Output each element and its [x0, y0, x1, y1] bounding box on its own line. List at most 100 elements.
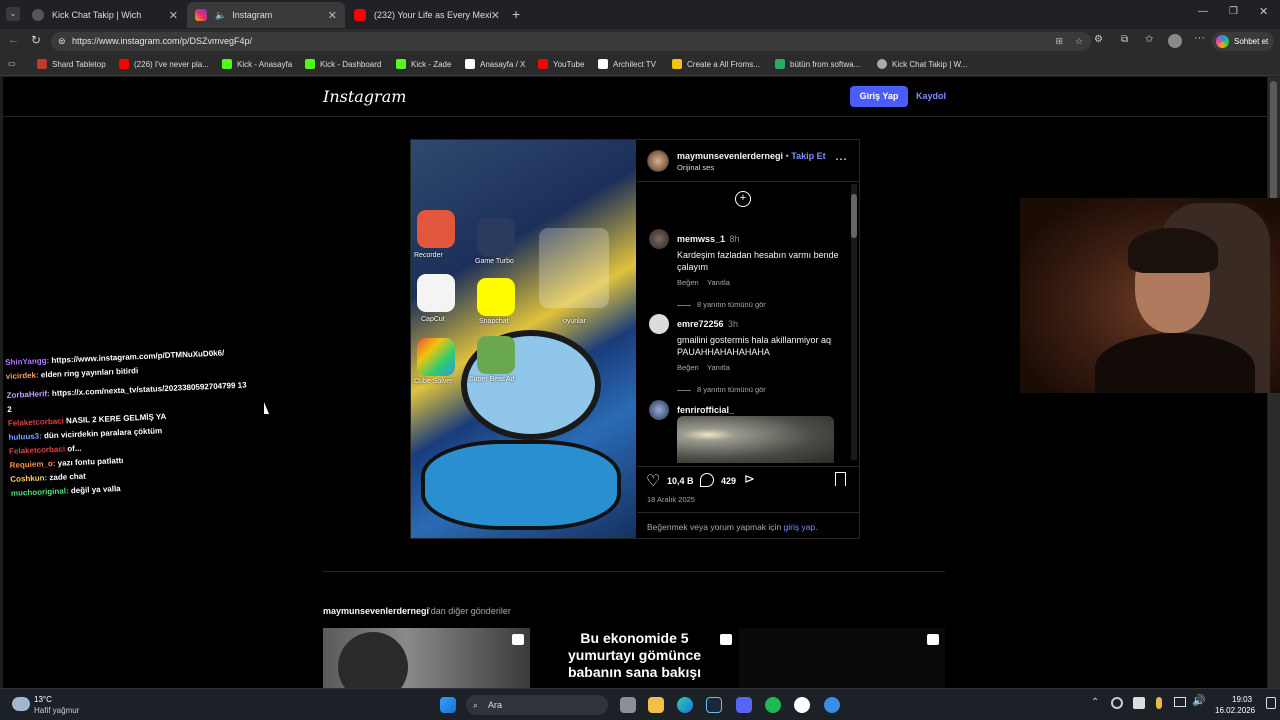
- bookmark-item[interactable]: Shard Tabletop: [37, 59, 106, 69]
- bookmark-item[interactable]: bütün from softwa...: [775, 59, 860, 69]
- comment-icon[interactable]: [700, 473, 714, 487]
- extension-puzzle-icon[interactable]: ⧉: [1121, 34, 1128, 45]
- bookmark-item[interactable]: YouTube: [538, 59, 584, 69]
- more-post-thumbnail[interactable]: [323, 628, 530, 688]
- tab-youtube[interactable]: (232) Your Life as Every Mexican C... ✕: [346, 2, 508, 28]
- like-icon[interactable]: ♡: [646, 471, 660, 491]
- login-prompt-link[interactable]: giriş yap.: [784, 522, 818, 532]
- favorite-star-icon[interactable]: ☆: [1075, 32, 1083, 51]
- comment-media-image[interactable]: [677, 416, 834, 463]
- tab-kick-chat[interactable]: Kick Chat Takip | Wich ✕: [24, 2, 186, 28]
- follow-button[interactable]: Takip Et: [791, 151, 825, 161]
- cube-solver-app-icon: [417, 338, 455, 376]
- profile-avatar[interactable]: [1168, 34, 1182, 48]
- instagram-icon: [195, 9, 207, 21]
- volume-icon[interactable]: 🔊: [1192, 694, 1206, 707]
- bookmark-item[interactable]: Kick - Zade: [396, 59, 451, 69]
- youtube-icon: [119, 59, 129, 69]
- task-view-icon[interactable]: [620, 697, 636, 713]
- bookmarks-menu-icon[interactable]: ▭: [8, 59, 16, 68]
- more-post-thumbnail[interactable]: [739, 628, 945, 688]
- system-tray-chevron-icon[interactable]: ⌃: [1091, 697, 1099, 708]
- windows-start-icon[interactable]: [440, 697, 456, 713]
- author-username[interactable]: maymunsevenlerdernegi: [677, 151, 783, 161]
- close-tab-icon[interactable]: ✕: [169, 9, 178, 22]
- more-posts-author[interactable]: maymunsevenlerdernegi: [323, 606, 429, 616]
- instagram-header: Instagram Giriş Yap Kaydol: [3, 77, 1267, 117]
- close-window-button[interactable]: ✕: [1259, 5, 1268, 18]
- commenter-avatar[interactable]: [649, 229, 669, 249]
- notification-icon[interactable]: [1266, 697, 1276, 709]
- bookmark-item[interactable]: Anasayfa / X: [465, 59, 525, 69]
- favorites-icon[interactable]: ✩: [1145, 34, 1153, 45]
- steam-icon[interactable]: [706, 697, 722, 713]
- audio-label[interactable]: Orijinal ses: [677, 163, 714, 172]
- bookmark-item[interactable]: Create a All Froms...: [672, 59, 760, 69]
- minimize-button[interactable]: —: [1198, 6, 1208, 17]
- author-avatar[interactable]: [647, 150, 669, 172]
- tray-app-icon[interactable]: [1111, 697, 1123, 709]
- file-explorer-icon[interactable]: [648, 697, 664, 713]
- thumbnail-person: [338, 632, 408, 688]
- network-icon[interactable]: [1174, 697, 1186, 707]
- bookmark-item[interactable]: Kick Chat Takip | W...: [877, 59, 967, 69]
- taskbar-time[interactable]: 19:03: [1232, 695, 1252, 704]
- microphone-icon[interactable]: [1156, 697, 1162, 709]
- view-replies-link[interactable]: 8 yanıtın tümünü gör: [677, 385, 845, 394]
- discord-icon[interactable]: [736, 697, 752, 713]
- address-bar[interactable]: ⊜ https://www.instagram.com/p/DSZvmvegF4…: [51, 32, 1091, 51]
- new-tab-button[interactable]: +: [512, 6, 520, 22]
- more-options-icon[interactable]: ⋯: [835, 152, 847, 166]
- app-icon[interactable]: [824, 697, 840, 713]
- tray-app-icon[interactable]: [1133, 697, 1145, 709]
- reply-comment-link[interactable]: Yanıtla: [707, 278, 730, 287]
- post-media-video[interactable]: Recorder Game Turbo CapCut Snapchat oyun…: [411, 140, 636, 538]
- comment-scrollbar[interactable]: [851, 184, 857, 460]
- comment-username[interactable]: memwss_1: [677, 234, 725, 244]
- taskbar-date[interactable]: 16.02.2026: [1215, 706, 1255, 715]
- taskbar-search[interactable]: ⌕ Ara: [466, 695, 608, 715]
- speaker-icon[interactable]: 🔈: [215, 10, 226, 21]
- more-post-thumbnail[interactable]: Bu ekonomide 5 yumurtayı gömünce babanın…: [531, 628, 738, 688]
- bookmark-item[interactable]: (226) I've never pla...: [119, 59, 209, 69]
- browser-toolbar: ← ↻ ⊜ https://www.instagram.com/p/DSZvmv…: [0, 29, 1280, 54]
- copilot-button[interactable]: Sohbet et: [1212, 32, 1274, 51]
- back-icon[interactable]: ←: [8, 34, 19, 46]
- scrollbar-thumb[interactable]: [851, 194, 857, 238]
- reply-comment-link[interactable]: Yanıtla: [707, 363, 730, 372]
- comment-username[interactable]: emre72256: [677, 319, 724, 329]
- site-info-icon[interactable]: ⊜: [58, 32, 66, 51]
- bookmark-icon[interactable]: [835, 472, 846, 486]
- bookmark-item[interactable]: Archilect TV: [598, 59, 656, 69]
- weather-desc[interactable]: Hafif yağmur: [34, 706, 79, 715]
- weather-temp[interactable]: 13°C: [34, 695, 52, 704]
- instagram-logo[interactable]: Instagram: [323, 87, 406, 106]
- login-button[interactable]: Giriş Yap: [850, 86, 908, 107]
- add-comment-icon[interactable]: +: [735, 191, 751, 207]
- close-tab-icon[interactable]: ✕: [328, 9, 337, 22]
- signup-link[interactable]: Kaydol: [916, 86, 946, 107]
- unreal-engine-icon[interactable]: [794, 697, 810, 713]
- spotify-icon[interactable]: [765, 697, 781, 713]
- weather-icon[interactable]: [12, 697, 30, 711]
- edge-browser-icon[interactable]: [677, 697, 693, 713]
- commenter-avatar[interactable]: [649, 314, 669, 334]
- tab-list-button[interactable]: ⌄: [6, 7, 20, 21]
- maximize-button[interactable]: ❐: [1229, 6, 1238, 17]
- close-tab-icon[interactable]: ✕: [491, 9, 500, 22]
- tab-instagram[interactable]: 🔈 Instagram ✕: [187, 2, 345, 28]
- like-comment-link[interactable]: Beğen: [677, 363, 699, 372]
- bookmark-item[interactable]: Kick - Anasayfa: [222, 59, 292, 69]
- refresh-icon[interactable]: ↻: [31, 33, 41, 47]
- more-menu-icon[interactable]: ···: [1194, 32, 1205, 44]
- share-icon[interactable]: ⊳: [744, 471, 755, 487]
- bookmark-item[interactable]: Kick - Dashboard: [305, 59, 381, 69]
- page-scrollbar-thumb[interactable]: [1270, 81, 1277, 201]
- bookmark-favicon: [37, 59, 47, 69]
- commenter-avatar[interactable]: [649, 400, 669, 420]
- view-replies-link[interactable]: 8 yanıtın tümünü gör: [677, 300, 845, 309]
- read-aloud-icon[interactable]: ⊞: [1055, 32, 1063, 51]
- like-comment-link[interactable]: Beğen: [677, 278, 699, 287]
- comment-username[interactable]: fenrirofficial_: [677, 405, 734, 415]
- extensions-icon[interactable]: ⚙: [1094, 34, 1103, 45]
